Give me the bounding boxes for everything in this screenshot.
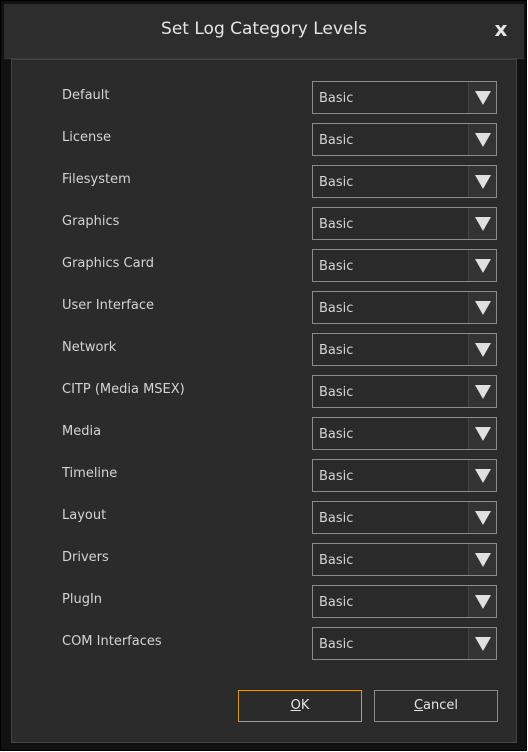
chevron-down-icon[interactable]: [468, 586, 496, 617]
chevron-down-icon[interactable]: [468, 460, 496, 491]
level-dropdown-value: Basic: [319, 343, 354, 358]
category-row-default: Default Basic: [12, 81, 516, 115]
level-dropdown-network[interactable]: Basic: [312, 333, 497, 366]
level-dropdown-value: Basic: [319, 217, 354, 232]
category-label: Drivers: [62, 550, 109, 565]
category-row-layout: Layout Basic: [12, 501, 516, 535]
cancel-button[interactable]: Cancel: [374, 690, 498, 722]
level-dropdown-media[interactable]: Basic: [312, 417, 497, 450]
level-dropdown-value: Basic: [319, 427, 354, 442]
level-dropdown-default[interactable]: Basic: [312, 81, 497, 114]
close-icon[interactable]: x: [488, 16, 514, 42]
dialog-title: Set Log Category Levels: [161, 19, 367, 39]
chevron-down-icon[interactable]: [468, 124, 496, 155]
chevron-down-icon[interactable]: [468, 544, 496, 575]
level-dropdown-value: Basic: [319, 469, 354, 484]
category-row-com-interfaces: COM Interfaces Basic: [12, 627, 516, 661]
category-row-timeline: Timeline Basic: [12, 459, 516, 493]
category-row-license: License Basic: [12, 123, 516, 157]
level-dropdown-user-interface[interactable]: Basic: [312, 291, 497, 324]
level-dropdown-graphics[interactable]: Basic: [312, 207, 497, 240]
category-row-media: Media Basic: [12, 417, 516, 451]
level-dropdown-drivers[interactable]: Basic: [312, 543, 497, 576]
chevron-down-icon[interactable]: [468, 292, 496, 323]
level-dropdown-filesystem[interactable]: Basic: [312, 165, 497, 198]
log-levels-dialog: Set Log Category Levels x Default Basic …: [0, 0, 527, 751]
cancel-label-rest: ancel: [423, 698, 459, 713]
category-row-filesystem: Filesystem Basic: [12, 165, 516, 199]
category-label: COM Interfaces: [62, 634, 162, 649]
level-dropdown-graphics-card[interactable]: Basic: [312, 249, 497, 282]
ok-label-rest: K: [300, 698, 310, 713]
category-label: CITP (Media MSEX): [62, 382, 185, 397]
level-dropdown-value: Basic: [319, 595, 354, 610]
category-label: PlugIn: [62, 592, 103, 607]
title-bar: Set Log Category Levels x: [4, 4, 524, 59]
category-label: Default: [62, 88, 110, 103]
category-row-citp: CITP (Media MSEX) Basic: [12, 375, 516, 409]
level-dropdown-value: Basic: [319, 301, 354, 316]
category-label: Graphics Card: [62, 256, 154, 271]
level-dropdown-value: Basic: [319, 175, 354, 190]
chevron-down-icon[interactable]: [468, 166, 496, 197]
category-row-drivers: Drivers Basic: [12, 543, 516, 577]
chevron-down-icon[interactable]: [468, 334, 496, 365]
category-list: Default Basic License Basic Filesystem B…: [11, 59, 517, 743]
chevron-down-icon[interactable]: [468, 628, 496, 659]
level-dropdown-value: Basic: [319, 385, 354, 400]
ok-mnemonic: O: [290, 698, 301, 713]
chevron-down-icon[interactable]: [468, 502, 496, 533]
category-label: License: [62, 130, 112, 145]
chevron-down-icon[interactable]: [468, 208, 496, 239]
category-label: Graphics: [62, 214, 120, 229]
category-row-graphics-card: Graphics Card Basic: [12, 249, 516, 283]
level-dropdown-value: Basic: [319, 511, 354, 526]
category-row-user-interface: User Interface Basic: [12, 291, 516, 325]
level-dropdown-value: Basic: [319, 553, 354, 568]
category-row-network: Network Basic: [12, 333, 516, 367]
level-dropdown-plugin[interactable]: Basic: [312, 585, 497, 618]
level-dropdown-value: Basic: [319, 637, 354, 652]
level-dropdown-value: Basic: [319, 133, 354, 148]
chevron-down-icon[interactable]: [468, 418, 496, 449]
level-dropdown-license[interactable]: Basic: [312, 123, 497, 156]
category-row-graphics: Graphics Basic: [12, 207, 516, 241]
category-row-plugin: PlugIn Basic: [12, 585, 516, 619]
level-dropdown-citp[interactable]: Basic: [312, 375, 497, 408]
category-label: User Interface: [62, 298, 154, 313]
category-label: Layout: [62, 508, 107, 523]
category-label: Media: [62, 424, 102, 439]
chevron-down-icon[interactable]: [468, 82, 496, 113]
level-dropdown-layout[interactable]: Basic: [312, 501, 497, 534]
ok-button[interactable]: OK: [238, 690, 362, 722]
category-label: Timeline: [62, 466, 118, 481]
category-label: Network: [62, 340, 117, 355]
level-dropdown-value: Basic: [319, 259, 354, 274]
level-dropdown-com-interfaces[interactable]: Basic: [312, 627, 497, 660]
level-dropdown-timeline[interactable]: Basic: [312, 459, 497, 492]
level-dropdown-value: Basic: [319, 91, 354, 106]
cancel-mnemonic: C: [413, 698, 424, 713]
category-label: Filesystem: [62, 172, 131, 187]
chevron-down-icon[interactable]: [468, 376, 496, 407]
chevron-down-icon[interactable]: [468, 250, 496, 281]
